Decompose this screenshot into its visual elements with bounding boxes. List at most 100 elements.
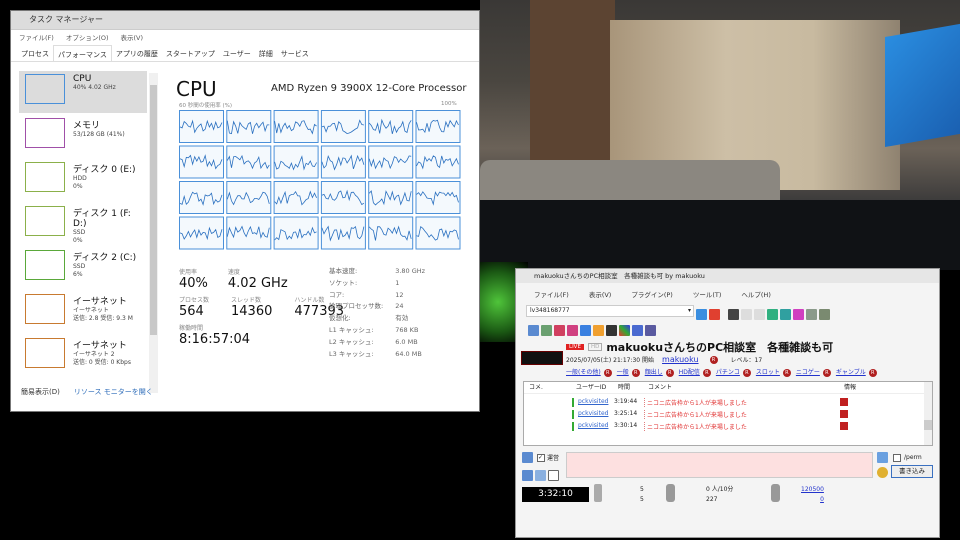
tag-link[interactable]: 顔出し — [645, 369, 663, 376]
option-icon[interactable] — [535, 470, 546, 481]
tag-link[interactable]: スロット — [756, 369, 780, 376]
resource-item[interactable]: ディスク 1 (F: D:) SSD 0% — [19, 203, 147, 245]
col-no[interactable]: コメ. — [524, 382, 576, 393]
tool-icon[interactable] — [741, 309, 752, 320]
tag-lock-icon[interactable]: R — [782, 369, 791, 377]
service-icon[interactable] — [580, 325, 591, 336]
tag-lock-icon[interactable]: R — [742, 369, 751, 377]
tool-icon[interactable] — [728, 309, 739, 320]
comment-time: 3:25:14 — [614, 410, 638, 417]
tab-app-history[interactable]: アプリの履歴 — [112, 45, 162, 61]
option-checkbox[interactable] — [548, 470, 559, 481]
tab-details[interactable]: 詳細 — [255, 45, 277, 61]
resource-item[interactable]: メモリ 53/128 GB (41%) — [19, 115, 147, 157]
service-icon[interactable] — [528, 325, 539, 336]
emoji-icon[interactable] — [877, 467, 888, 478]
core-graph — [179, 181, 224, 214]
points-link-2[interactable]: 0 — [801, 495, 824, 505]
tag-lock-icon[interactable]: R — [631, 369, 640, 377]
comment-mode-icon[interactable] — [522, 452, 533, 463]
resource-item[interactable]: CPU 40% 4.02 GHz — [19, 71, 147, 113]
viewer-counts: 0 人/10分 227 — [706, 485, 733, 505]
tag-link[interactable]: パチンコ — [716, 369, 740, 376]
owner-link[interactable]: makuoku — [662, 355, 699, 364]
usage-label: 使用率 — [179, 269, 198, 276]
tag-lock-icon[interactable]: R — [702, 369, 711, 377]
service-icon[interactable] — [619, 325, 630, 336]
service-icon[interactable] — [645, 325, 656, 336]
pin-icon[interactable] — [877, 452, 888, 463]
col-info[interactable]: 情報 — [844, 382, 856, 393]
tag-link[interactable]: ニコゲー — [796, 369, 820, 376]
tool-icon[interactable] — [793, 309, 804, 320]
option-icon[interactable] — [522, 470, 533, 481]
user-id[interactable]: pckvisited — [572, 410, 614, 419]
tab-startup[interactable]: スタートアップ — [162, 45, 219, 61]
menu-view[interactable]: 表示(V) — [121, 30, 144, 45]
threads-label: スレッド数 — [231, 297, 262, 304]
menu-item[interactable]: ツール(T) — [693, 289, 722, 299]
resource-monitor-link[interactable]: リソース モニターを開く — [74, 387, 153, 397]
menu-item[interactable]: ヘルプ(H) — [741, 289, 770, 299]
tag-link[interactable]: 一般(その他) — [566, 369, 601, 376]
perm-checkbox[interactable] — [893, 453, 901, 462]
tag-lock-icon[interactable]: R — [822, 369, 831, 377]
submit-button[interactable]: 書き込み — [891, 465, 933, 478]
tag-list: 一般(その他) R 一般 R 顔出し R HD配信 R パチンコ R スロット R ニコゲー R ギャンブル… — [566, 367, 936, 377]
live-id-combo[interactable]: lv348168777 ▾ — [526, 305, 694, 317]
menu-file[interactable]: ファイル(F) — [19, 30, 54, 45]
comment-scrollbar[interactable] — [924, 382, 932, 445]
tab-performance[interactable]: パフォーマンス — [53, 45, 112, 61]
service-icon[interactable] — [606, 325, 617, 336]
comment-row[interactable]: pckvisited 3:30:14 ニコニ広告枠から1人が来場しました — [572, 422, 848, 431]
tag-lock-icon[interactable]: R — [603, 369, 612, 377]
col-comment[interactable]: コメント — [648, 382, 844, 393]
stop-icon[interactable] — [709, 309, 720, 320]
menu-item[interactable]: プラグイン(P) — [631, 289, 673, 299]
scrollbar[interactable] — [149, 73, 158, 393]
service-icon[interactable] — [554, 325, 565, 336]
service-icon[interactable] — [541, 325, 552, 336]
tool-icon[interactable] — [767, 309, 778, 320]
tag-lock-icon[interactable]: R — [665, 369, 674, 377]
spec-value: 768 KB — [395, 325, 419, 334]
tag-link[interactable]: ギャンブル — [836, 369, 866, 376]
tag-lock-icon[interactable]: R — [868, 369, 877, 377]
fewer-details-link[interactable]: 簡易表示(D) — [21, 387, 60, 397]
resource-item[interactable]: ディスク 0 (E:) HDD 0% — [19, 159, 147, 201]
tag-link[interactable]: HD配信 — [679, 369, 700, 376]
task-manager-window: タスク マネージャー ファイル(F) オプション(O) 表示(V) プロセス パ… — [10, 10, 480, 412]
comment-input[interactable] — [566, 452, 873, 478]
col-time[interactable]: 時間 — [618, 382, 648, 393]
resource-item[interactable]: ディスク 2 (C:) SSD 6% — [19, 247, 147, 289]
settings-icon[interactable] — [819, 309, 830, 320]
connect-icon[interactable] — [696, 309, 707, 320]
points-link[interactable]: 120500 — [801, 485, 824, 495]
tag-link[interactable]: 一般 — [617, 369, 629, 376]
tab-users[interactable]: ユーザー — [219, 45, 255, 61]
comment-row[interactable]: pckvisited 3:19:44 ニコニ広告枠から1人が来場しました — [572, 398, 848, 407]
threads-value: 14360 — [231, 304, 273, 319]
menu-item[interactable]: ファイル(F) — [534, 289, 569, 299]
resource-item[interactable]: イーサネット イーサネット 送信: 2.8 受信: 9.3 M — [19, 291, 147, 333]
service-icon[interactable] — [632, 325, 643, 336]
service-icon[interactable] — [567, 325, 578, 336]
col-user[interactable]: ユーザーID — [576, 382, 618, 393]
core-graph — [368, 145, 414, 179]
resource-item[interactable]: イーサネット イーサネット 2 送信: 0 受信: 0 Kbps — [19, 335, 147, 377]
tool-icon[interactable] — [780, 309, 791, 320]
service-icon[interactable] — [593, 325, 604, 336]
tool-icon[interactable] — [754, 309, 765, 320]
tab-processes[interactable]: プロセス — [17, 45, 53, 61]
user-id[interactable]: pckvisited — [572, 422, 614, 431]
comment-counts: 55 — [640, 485, 644, 505]
menu-options[interactable]: オプション(O) — [66, 30, 109, 45]
unei-checkbox[interactable]: ✓ — [537, 453, 545, 462]
tab-services[interactable]: サービス — [277, 45, 313, 61]
resource-name: ディスク 1 (F: D:) — [73, 209, 131, 229]
tool-icon[interactable] — [806, 309, 817, 320]
user-id[interactable]: pckvisited — [572, 398, 614, 407]
comment-row[interactable]: pckvisited 3:25:14 ニコニ広告枠から1人が来場しました — [572, 410, 848, 419]
active-count: 0 — [706, 486, 710, 493]
menu-item[interactable]: 表示(V) — [589, 289, 612, 299]
